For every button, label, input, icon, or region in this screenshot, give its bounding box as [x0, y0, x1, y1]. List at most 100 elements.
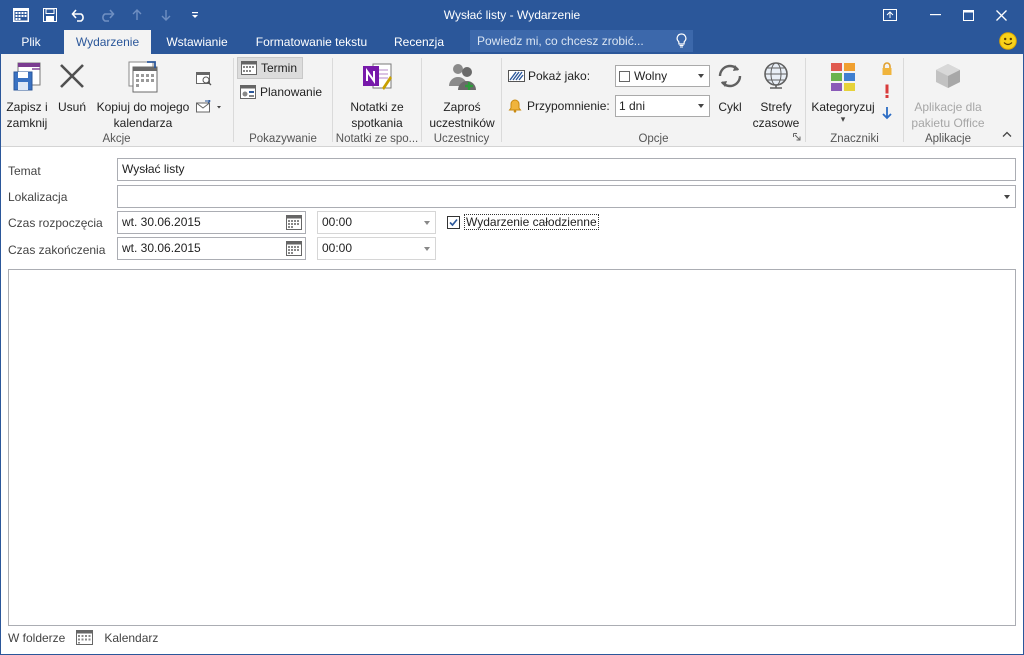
free-status-swatch [619, 71, 630, 82]
end-time-value: 00:00 [322, 241, 353, 255]
ribbon-display-options-icon[interactable] [875, 0, 904, 30]
reminder-value: 1 dni [619, 99, 646, 113]
reminder-label: Przypomnienie: [527, 99, 610, 113]
group-tags: Kategoryzuj ▾ Znaczniki [806, 54, 903, 147]
categorize-icon [808, 60, 878, 96]
in-folder-label: W folderze [8, 630, 66, 645]
end-date-input[interactable]: wt. 30.06.2015 [117, 237, 306, 260]
high-importance-icon [885, 84, 889, 98]
group-tags-label: Znaczniki [830, 133, 879, 145]
tab-file[interactable]: Plik [8, 30, 54, 54]
recurrence-icon [712, 60, 748, 96]
delete-x-icon [55, 60, 89, 96]
chevron-down-icon [1004, 195, 1010, 199]
copy-calendar-icon [92, 60, 194, 96]
close-icon[interactable] [987, 0, 1016, 30]
group-show-label: Pokazywanie [249, 133, 317, 145]
checkbox-checked-icon[interactable] [447, 215, 460, 229]
subject-input[interactable]: Wysłać listy [117, 158, 1016, 181]
ribbon-tabs: Plik Wydarzenie Wstawianie Formatowanie … [0, 30, 1024, 54]
forward-button[interactable] [196, 96, 222, 118]
location-label: Lokalizacja [8, 190, 68, 204]
group-notes-label: Notatki ze spo... [335, 133, 419, 145]
folder-status: W folderze Kalendarz [8, 630, 158, 645]
start-time-label: Czas rozpoczęcia [8, 216, 103, 230]
save-close-icon [2, 60, 52, 96]
invite-people-icon [426, 60, 498, 96]
location-input[interactable] [117, 185, 1016, 208]
date-picker-icon[interactable] [286, 215, 302, 237]
tab-review[interactable]: Recenzja [388, 30, 450, 54]
appointment-view-button[interactable]: Termin [237, 57, 303, 79]
invite-label: Zaproś uczestników [429, 100, 495, 130]
meeting-notes-button[interactable]: Notatki ze spotkania [343, 60, 411, 131]
reminder-label-row: Przypomnienie: [508, 95, 610, 117]
delete-label: Usuń [57, 100, 86, 114]
end-time-dropdown[interactable]: 00:00 [317, 237, 436, 260]
office-addins-icon [908, 60, 988, 96]
tab-event[interactable]: Wydarzenie [64, 30, 151, 54]
office-addins-button[interactable]: Aplikacje dla pakietu Office [908, 60, 988, 131]
end-date-value: wt. 30.06.2015 [122, 241, 201, 255]
scheduling-icon [240, 85, 256, 99]
end-time-label: Czas zakończenia [8, 243, 106, 257]
all-day-checkbox[interactable]: Wydarzenie całodzienne [447, 214, 599, 230]
show-as-label-row: Pokaż jako: [508, 65, 590, 87]
scheduling-label: Planowanie [260, 85, 323, 99]
delete-button[interactable]: Usuń [55, 60, 89, 115]
copy-to-calendar-button[interactable]: Kopiuj do mojego kalendarza [92, 60, 194, 131]
group-addins: Aplikacje dla pakietu Office Aplikacje [904, 54, 992, 147]
meeting-notes-label: Notatki ze spotkania [350, 100, 404, 130]
smiley-feedback-icon[interactable] [999, 32, 1017, 53]
globe-icon [752, 60, 800, 96]
subject-value: Wysłać listy [122, 162, 185, 176]
maximize-icon[interactable] [954, 0, 983, 30]
time-zones-label: Strefy czasowe [752, 100, 800, 130]
group-attendees-label: Uczestnicy [433, 133, 490, 145]
dialog-launcher-icon[interactable] [793, 130, 801, 144]
chevron-down-icon [424, 221, 430, 225]
window-title: Wysłać listy - Wydarzenie [443, 8, 581, 22]
event-body-editor[interactable] [8, 269, 1016, 626]
ribbon: Zapisz i zamknij Usuń Kopiuj do mojego k… [0, 54, 1024, 147]
group-options-label: Opcje [638, 133, 669, 145]
all-day-label: Wydarzenie całodzienne [464, 214, 599, 230]
group-attendees: Zaproś uczestników Uczestnicy [422, 54, 501, 147]
low-importance-button[interactable] [882, 102, 892, 124]
show-as-value: Wolny [634, 69, 668, 83]
tab-insert[interactable]: Wstawianie [160, 30, 234, 54]
preview-calendar-button[interactable] [196, 68, 212, 90]
subject-label: Temat [8, 164, 41, 178]
low-importance-icon [882, 107, 892, 120]
tell-me-placeholder: Powiedz mi, co chcesz zrobić... [477, 34, 644, 48]
show-as-icon [508, 70, 525, 82]
time-zones-button[interactable]: Strefy czasowe [752, 60, 800, 131]
reminder-dropdown[interactable]: 1 dni [615, 95, 710, 117]
group-options: Pokaż jako: Wolny Przypomnienie: 1 dni C… [502, 54, 805, 147]
group-show: Termin Planowanie Pokazywanie [234, 54, 332, 147]
start-time-dropdown[interactable]: 00:00 [317, 211, 436, 234]
folder-name[interactable]: Kalendarz [104, 631, 158, 645]
private-button[interactable] [881, 58, 893, 80]
group-actions: Zapisz i zamknij Usuń Kopiuj do mojego k… [0, 54, 233, 147]
categorize-button[interactable]: Kategoryzuj ▾ [808, 60, 878, 124]
invite-attendees-button[interactable]: Zaproś uczestników [426, 60, 498, 131]
show-as-dropdown[interactable]: Wolny [615, 65, 710, 87]
chevron-down-icon [698, 104, 704, 108]
bell-icon [508, 99, 522, 113]
group-notes: Notatki ze spotkania Notatki ze spo... [333, 54, 421, 147]
minimize-icon[interactable] [921, 0, 950, 30]
high-importance-button[interactable] [883, 80, 891, 102]
recurrence-button[interactable]: Cykl [712, 60, 748, 115]
start-date-input[interactable]: wt. 30.06.2015 [117, 211, 306, 234]
copy-label: Kopiuj do mojego kalendarza [96, 100, 190, 130]
tell-me-search[interactable]: Powiedz mi, co chcesz zrobić... [470, 30, 693, 52]
chevron-down-icon: ▾ [840, 114, 846, 124]
categorize-label: Kategoryzuj [811, 100, 875, 114]
date-picker-icon[interactable] [286, 241, 302, 263]
scheduling-button[interactable]: Planowanie [240, 81, 322, 103]
save-close-button[interactable]: Zapisz i zamknij [2, 60, 52, 131]
collapse-ribbon-icon[interactable] [1002, 126, 1012, 140]
appointment-label: Termin [261, 61, 298, 75]
tab-format-text[interactable]: Formatowanie tekstu [249, 30, 374, 54]
